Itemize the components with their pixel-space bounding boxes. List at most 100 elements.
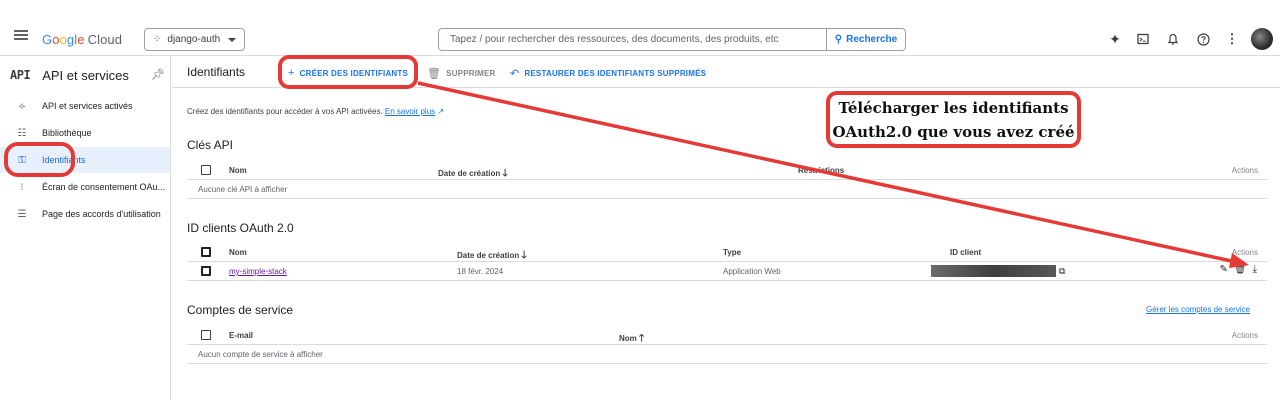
client-id-redacted <box>931 265 1056 277</box>
logo-letter: o <box>59 32 67 47</box>
edit-icon[interactable]: ✎ <box>1219 264 1227 275</box>
restore-label: RESTAURER DES IDENTIFIANTS SUPPRIMÉS <box>524 69 707 78</box>
intro-sentence: Créez des identifiants pour accéder à vo… <box>187 107 383 116</box>
bell-icon[interactable] <box>1166 30 1180 48</box>
settings-list-icon: ☰ <box>17 208 27 220</box>
arrow-down-icon: 🡓 <box>521 250 527 261</box>
delete-icon[interactable]: 🗑︎ <box>1234 264 1247 275</box>
api-icon: API <box>10 68 31 82</box>
column-header[interactable]: Nom <box>229 166 247 175</box>
client-type: Application Web <box>723 267 781 276</box>
chevron-down-icon <box>228 37 236 42</box>
top-bar: GoogleCloud ⁘ django-auth ⚲ Recherche ✦ … <box>0 0 1280 56</box>
service-accounts-title: Comptes de service <box>187 303 294 317</box>
select-all-checkbox[interactable] <box>201 330 211 340</box>
table-header: Nom Date de création 🡓 Restrictions Acti… <box>187 161 1267 180</box>
sidebar-item-label: Page des accords d'utilisation <box>42 209 161 219</box>
column-header-label: Nom <box>619 334 637 343</box>
annotation-line: Télécharger les identifiants <box>838 99 1069 117</box>
sidebar: API API et services 📌︎ ⟡ API et services… <box>0 56 171 400</box>
sidebar-item-label: Bibliothèque <box>42 128 92 138</box>
column-header[interactable]: Nom <box>229 248 247 257</box>
delete-label: SUPPRIMER <box>446 69 496 78</box>
sidebar-item-enabled-apis[interactable]: ⟡ API et services activés <box>0 93 170 119</box>
column-header: Actions <box>1231 166 1258 175</box>
project-name: django-auth <box>167 34 221 45</box>
table-header: Nom Date de création 🡓 Type ID client Ac… <box>187 243 1267 262</box>
column-header: Actions <box>1231 331 1258 340</box>
copy-icon[interactable]: ⧉ <box>1059 266 1065 277</box>
annotation-callout: Télécharger les identifiants OAuth2.0 qu… <box>826 91 1081 148</box>
terminal-icon[interactable] <box>1136 30 1150 48</box>
column-header: Actions <box>1231 248 1258 257</box>
page-title: Identifiants <box>187 65 246 79</box>
search-icon: ⚲ <box>834 34 843 45</box>
search-button[interactable]: ⚲ Recherche <box>826 29 905 50</box>
arrow-up-icon: 🡑 <box>639 333 645 344</box>
google-cloud-logo[interactable]: Google Cloud <box>42 32 122 47</box>
trash-icon: 🗑︎ <box>427 68 442 80</box>
manage-service-accounts-link[interactable]: Gérer les comptes de service <box>1146 305 1250 314</box>
row-actions: ✎ 🗑︎ ⤓ <box>1219 264 1257 275</box>
empty-message: Aucun compte de service à afficher <box>198 350 323 359</box>
column-header-label: Date de création <box>457 251 520 260</box>
logo-suffix: Cloud <box>87 32 123 47</box>
consent-icon: ⁝ <box>20 181 24 193</box>
table-row: my-simple-stack 18 févr. 2024 Applicatio… <box>187 262 1267 281</box>
empty-row: Aucun compte de service à afficher <box>187 345 1267 364</box>
help-icon[interactable] <box>1195 30 1211 48</box>
search-input[interactable] <box>439 29 826 50</box>
bell-icon-glyph <box>1167 33 1179 45</box>
logo-letter: G <box>42 32 53 47</box>
sidebar-item-consent-screen[interactable]: ⁝ Écran de consentement OAu... <box>0 174 170 200</box>
logo-letter: o <box>52 32 60 47</box>
creation-date: 18 févr. 2024 <box>457 267 504 276</box>
search-bar: ⚲ Recherche <box>438 28 906 51</box>
select-all-checkbox[interactable] <box>201 247 211 257</box>
help-icon-glyph <box>1196 32 1210 46</box>
undo-icon: ↶ <box>510 68 520 80</box>
external-link-icon: ↗ <box>435 107 445 116</box>
delete-button[interactable]: 🗑︎ SUPPRIMER <box>427 67 496 80</box>
search-button-label: Recherche <box>846 34 898 45</box>
pin-icon[interactable]: 📌︎ <box>151 68 165 81</box>
project-icon: ⁘ <box>153 34 162 45</box>
restore-button[interactable]: ↶ RESTAURER DES IDENTIFIANTS SUPPRIMÉS <box>510 67 706 80</box>
sidebar-item-label: API et services activés <box>42 101 133 111</box>
arrow-down-icon: 🡓 <box>502 168 508 179</box>
hub-icon: ⟡ <box>18 100 26 112</box>
library-icon: ☷ <box>17 127 27 139</box>
more-vert-icon[interactable]: ⋮ <box>1226 30 1239 48</box>
select-all-checkbox[interactable] <box>201 165 211 175</box>
oauth-title: ID clients OAuth 2.0 <box>187 221 294 235</box>
intro-text: Créez des identifiants pour accéder à vo… <box>187 107 444 116</box>
sidebar-header: API API et services 📌︎ <box>10 66 165 84</box>
sidebar-title: API et services <box>42 67 129 83</box>
client-name-link[interactable]: my-simple-stack <box>229 267 287 276</box>
project-picker[interactable]: ⁘ django-auth <box>144 28 245 51</box>
api-keys-table: Nom Date de création 🡓 Restrictions Acti… <box>187 161 1267 199</box>
column-header[interactable]: ID client <box>950 248 981 257</box>
table-header: E-mail Nom 🡑 Actions <box>187 326 1267 345</box>
avatar[interactable] <box>1251 28 1273 50</box>
learn-more-link[interactable]: En savoir plus <box>385 107 435 116</box>
column-header[interactable]: Type <box>723 248 741 257</box>
sidebar-item-label: Écran de consentement OAu... <box>42 182 166 192</box>
service-accounts-table: E-mail Nom 🡑 Actions Aucun compte de ser… <box>187 326 1267 364</box>
download-icon[interactable]: ⤓ <box>1253 264 1257 275</box>
menu-icon[interactable] <box>14 30 28 40</box>
column-header[interactable]: E-mail <box>229 331 253 340</box>
annotation-line: OAuth2.0 que vous avez créé <box>832 123 1075 141</box>
column-header-label: Date de création <box>438 169 501 178</box>
sidebar-item-usage-agreements[interactable]: ☰ Page des accords d'utilisation <box>0 201 170 227</box>
oauth-table: Nom Date de création 🡓 Type ID client Ac… <box>187 243 1267 281</box>
terminal-icon-glyph <box>1137 33 1149 45</box>
highlight-credentials-sidebar <box>4 142 75 177</box>
highlight-create-credentials <box>278 55 418 89</box>
logo-letter: e <box>77 32 85 47</box>
empty-message: Aucune clé API à afficher <box>198 185 288 194</box>
row-checkbox[interactable] <box>201 266 211 276</box>
column-header[interactable]: Restrictions <box>798 166 844 175</box>
gemini-icon[interactable]: ✦ <box>1105 30 1125 48</box>
empty-row: Aucune clé API à afficher <box>187 180 1267 199</box>
